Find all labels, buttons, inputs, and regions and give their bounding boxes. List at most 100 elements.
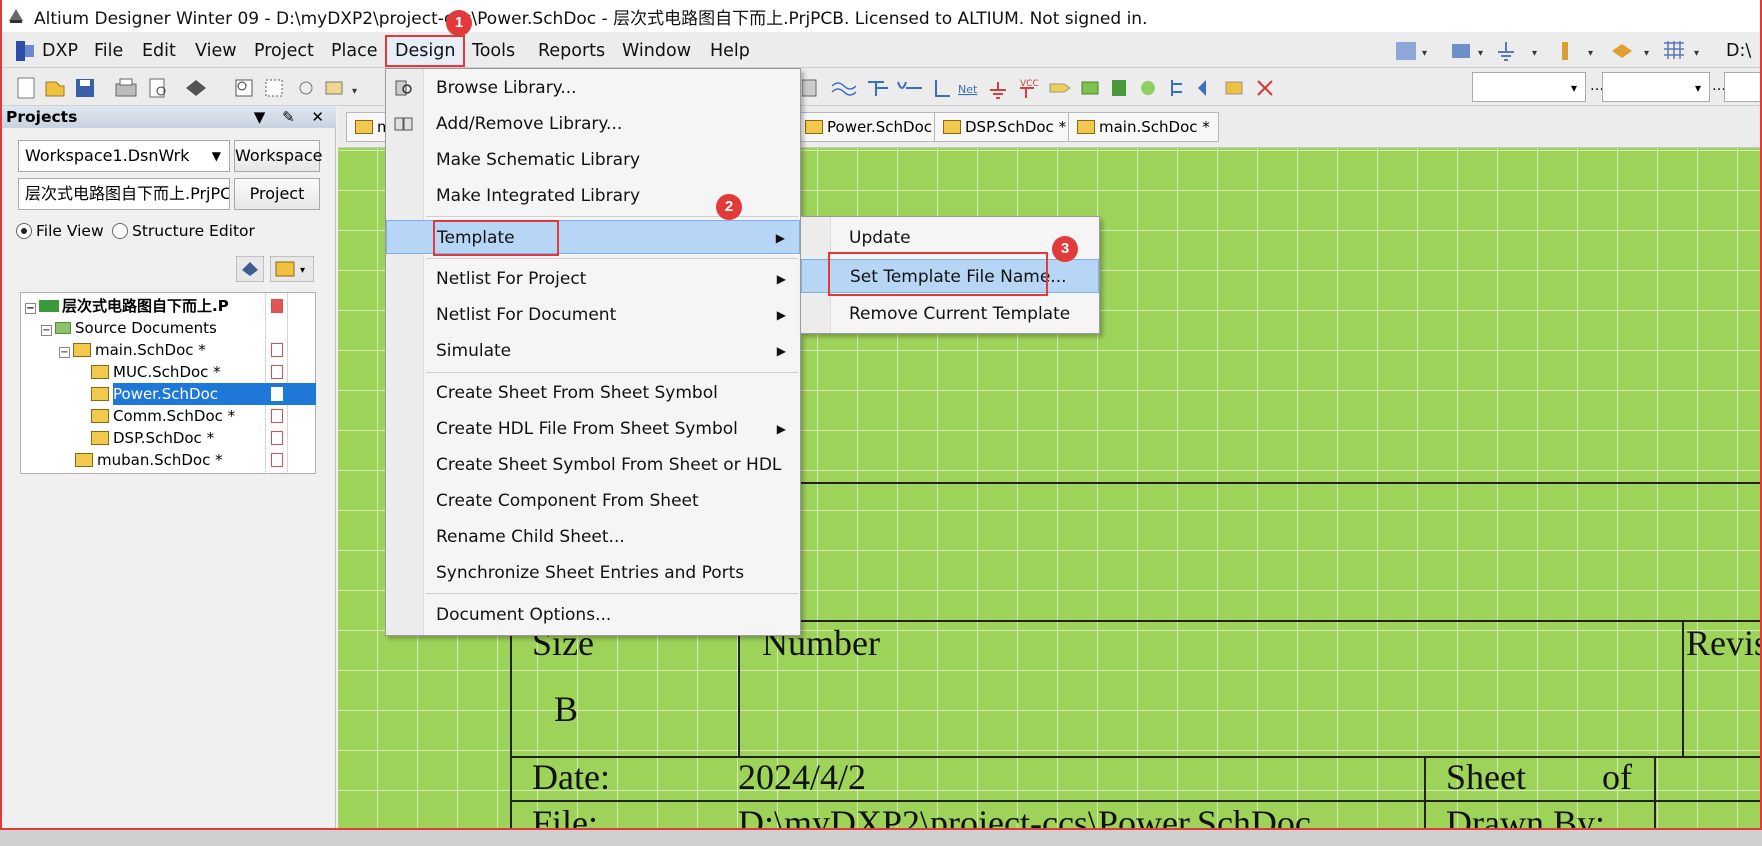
tree-item-muban[interactable]: muban.SchDoc * bbox=[75, 449, 223, 471]
pcb-project-icon bbox=[39, 300, 59, 312]
toolbar-combo-2[interactable]: ▾ bbox=[1602, 72, 1710, 102]
collapse-icon[interactable]: − bbox=[41, 325, 52, 336]
standard-toolbar-icons[interactable]: ▾ bbox=[16, 76, 386, 100]
svg-text:▾: ▾ bbox=[1588, 48, 1593, 59]
menu-item-label: Remove Current Template bbox=[849, 304, 1071, 324]
menu-design[interactable]: Design bbox=[385, 35, 466, 67]
submenu-arrow-icon: ▶ bbox=[776, 308, 786, 322]
add-remove-library-icon bbox=[394, 117, 413, 131]
menu-dxp[interactable]: DXP bbox=[42, 38, 78, 64]
menu-item-create-hdl-file[interactable]: Create HDL File From Sheet Symbol ▶ bbox=[386, 412, 800, 446]
menu-item-create-sheet-from-symbol[interactable]: Create Sheet From Sheet Symbol bbox=[386, 376, 800, 410]
menu-place[interactable]: Place bbox=[331, 38, 378, 64]
toolbar-combo-1[interactable]: ▾ bbox=[1472, 72, 1586, 102]
doc-status-icon bbox=[271, 387, 283, 401]
tree-project-node[interactable]: − 层次式电路图自下而上.P bbox=[25, 295, 229, 317]
doc-status-icon bbox=[271, 343, 283, 357]
tab-power[interactable]: Power.SchDoc bbox=[796, 112, 941, 142]
toolbar-combo-3[interactable] bbox=[1724, 72, 1760, 102]
title-of-label: of bbox=[1602, 757, 1632, 797]
schematic-doc-icon bbox=[75, 453, 93, 467]
menu-bar: DXP File Edit View Project Place Design … bbox=[2, 32, 1760, 68]
schematic-doc-icon bbox=[355, 120, 373, 134]
menu-item-create-sheet-symbol[interactable]: Create Sheet Symbol From Sheet or HDL bbox=[386, 448, 800, 482]
collapse-icon[interactable]: − bbox=[59, 347, 70, 358]
step-badge-1: 1 bbox=[446, 10, 472, 36]
project-tree[interactable]: − 层次式电路图自下而上.P − Source Documents − main.Sc… bbox=[20, 292, 316, 475]
menu-item-document-options[interactable]: Document Options... bbox=[386, 598, 800, 632]
tree-item-main[interactable]: − main.SchDoc * bbox=[59, 339, 206, 361]
menu-item-create-component[interactable]: Create Component From Sheet bbox=[386, 484, 800, 518]
menu-view[interactable]: View bbox=[195, 38, 237, 64]
tree-item-dsp[interactable]: DSP.SchDoc * bbox=[91, 427, 214, 449]
tree-item-label: DSP.SchDoc * bbox=[113, 429, 215, 447]
menu-item-browse-library[interactable]: Browse Library... bbox=[386, 71, 800, 105]
project-combo[interactable]: 层次式电路图自下而上.PrjPC bbox=[18, 178, 230, 210]
menu-item-template[interactable]: Template ▶ bbox=[386, 220, 800, 254]
tree-item-comm[interactable]: Comm.SchDoc * bbox=[91, 405, 235, 427]
menu-edit[interactable]: Edit bbox=[142, 38, 176, 64]
menu-item-synchronize[interactable]: Synchronize Sheet Entries and Ports bbox=[386, 556, 800, 590]
menu-item-netlist-document[interactable]: Netlist For Document ▶ bbox=[386, 298, 800, 332]
title-block-mid-line bbox=[510, 756, 1760, 758]
workspace-combo[interactable]: Workspace1.DsnWrk ▼ bbox=[18, 140, 230, 172]
menu-item-label: Rename Child Sheet... bbox=[436, 527, 625, 547]
project-options-icon[interactable]: ▾ bbox=[270, 256, 314, 282]
title-block-col-line bbox=[738, 620, 740, 758]
project-button[interactable]: Project bbox=[234, 178, 320, 210]
menu-item-label: Update bbox=[849, 228, 911, 248]
menu-tools[interactable]: Tools bbox=[472, 38, 515, 64]
tree-item-label: main.SchDoc * bbox=[95, 341, 206, 359]
menu-item-rename-child-sheet[interactable]: Rename Child Sheet... bbox=[386, 520, 800, 554]
tree-item-power[interactable]: Power.SchDoc bbox=[91, 383, 218, 405]
svg-text:▾: ▾ bbox=[1532, 48, 1537, 59]
menu-item-simulate[interactable]: Simulate ▶ bbox=[386, 334, 800, 368]
browse-library-icon bbox=[395, 80, 412, 96]
menu-item-label: Document Options... bbox=[436, 605, 612, 625]
compile-icon[interactable] bbox=[236, 256, 264, 282]
chevron-down-icon: ▼ bbox=[211, 149, 221, 163]
file-view-radio[interactable]: File View bbox=[16, 222, 104, 240]
workspace-button[interactable]: Workspace bbox=[234, 140, 322, 172]
template-submenu: Update Set Template File Name... Remove … bbox=[800, 216, 1100, 334]
schematic-doc-icon bbox=[805, 120, 823, 134]
wiring-toolbar-icons[interactable]: ▾ ▾ ▾ ▾ ▾ ▾ bbox=[1392, 38, 1722, 64]
menu-file[interactable]: File bbox=[94, 38, 123, 64]
projects-panel-header: Projects ▼ ✎ ✕ bbox=[2, 106, 336, 128]
menu-item-set-template-file-name[interactable]: Set Template File Name... bbox=[801, 259, 1099, 293]
menu-item-label: Simulate bbox=[436, 341, 512, 361]
menu-item-label: Create Component From Sheet bbox=[436, 491, 699, 511]
title-sheet-label: Sheet bbox=[1446, 757, 1526, 797]
app-window: Altium Designer Winter 09 - D:\myDXP2\pr… bbox=[0, 0, 1762, 830]
schematic-doc-icon bbox=[91, 365, 109, 379]
doc-status-icon bbox=[271, 431, 283, 445]
svg-text:▾: ▾ bbox=[1644, 48, 1649, 59]
menu-item-label: Set Template File Name... bbox=[850, 267, 1067, 287]
structure-editor-radio[interactable]: Structure Editor bbox=[112, 222, 255, 240]
tree-source-documents[interactable]: − Source Documents bbox=[41, 317, 217, 339]
collapse-icon[interactable]: − bbox=[25, 303, 36, 314]
menu-item-netlist-project[interactable]: Netlist For Project ▶ bbox=[386, 262, 800, 296]
tree-item-label: MUC.SchDoc * bbox=[113, 363, 221, 381]
title-block-col-line-4 bbox=[1654, 758, 1656, 828]
menu-item-label: Create HDL File From Sheet Symbol bbox=[436, 419, 738, 439]
tab-dsp[interactable]: DSP.SchDoc * bbox=[934, 112, 1076, 142]
menu-window[interactable]: Window bbox=[622, 38, 691, 64]
title-file-value: D:\myDXP2\project-ccs\Power.SchDoc bbox=[738, 803, 1311, 830]
doc-status-icon bbox=[271, 409, 283, 423]
title-block-left-line bbox=[510, 620, 512, 828]
schematic-place-toolbar-icons[interactable]: Net VCC bbox=[802, 76, 1302, 100]
menu-reports[interactable]: Reports bbox=[538, 38, 605, 64]
menu-item-remove-current-template[interactable]: Remove Current Template bbox=[801, 297, 1099, 331]
svg-text:▾: ▾ bbox=[300, 265, 305, 276]
submenu-arrow-icon: ▶ bbox=[775, 231, 785, 245]
panel-header-controls[interactable]: ▼ ✎ ✕ bbox=[254, 106, 330, 128]
svg-text:▾: ▾ bbox=[1422, 48, 1427, 59]
menu-project[interactable]: Project bbox=[254, 38, 314, 64]
menu-item-add-remove-library[interactable]: Add/Remove Library... bbox=[386, 107, 800, 141]
tab-main[interactable]: main.SchDoc * bbox=[1068, 112, 1219, 142]
tree-item-muc[interactable]: MUC.SchDoc * bbox=[91, 361, 221, 383]
menu-help[interactable]: Help bbox=[710, 38, 750, 64]
radio-unselected-icon bbox=[112, 223, 128, 239]
menu-item-make-schematic-library[interactable]: Make Schematic Library bbox=[386, 143, 800, 177]
